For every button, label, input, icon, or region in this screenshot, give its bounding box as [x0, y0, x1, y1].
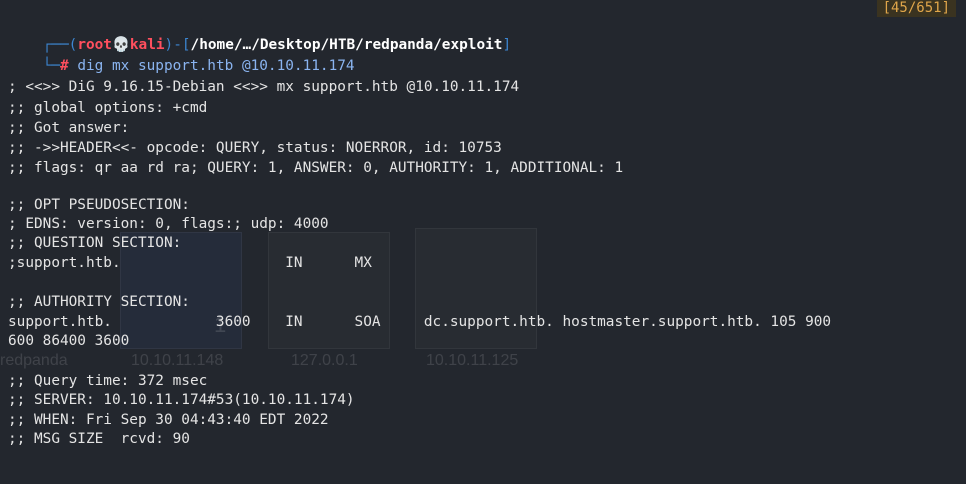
ghost-label-1: redpanda — [0, 352, 68, 369]
output-line: ; EDNS: version: 0, flags:; udp: 4000 — [8, 216, 329, 232]
output-line: ;support.htb. IN MX — [8, 255, 372, 271]
output-line: ; <<>> DiG 9.16.15-Debian <<>> mx suppor… — [8, 79, 520, 95]
output-line: ;; AUTHORITY SECTION: — [8, 294, 190, 310]
ghost-label-2: 10.10.11.148 — [131, 352, 224, 369]
output-line: ;; flags: qr aa rd ra; QUERY: 1, ANSWER:… — [8, 160, 624, 176]
prompt-line-top: ┌──(root💀kali)-[/home/…/Desktop/HTB/redp… — [8, 14, 511, 53]
prompt-box-end: ] — [502, 37, 512, 53]
output-line: ;; Got answer: — [8, 120, 130, 136]
output-line: support.htb. 3600 IN SOA dc.support.htb.… — [8, 314, 832, 330]
ghost-label-4: 10.10.11.125 — [426, 352, 519, 369]
output-line: ;; global options: +cmd — [8, 100, 208, 116]
prompt-box-bottom: └─ — [42, 58, 60, 74]
prompt-line-command: └─# dig mx support.htb @10.10.11.174 — [8, 35, 355, 74]
terminal-window[interactable]: redpanda 10.10.11.148 127.0.0.1 10.10.11… — [0, 0, 966, 484]
output-line: ;; MSG SIZE rcvd: 90 — [8, 431, 190, 447]
output-line: ;; Query time: 372 msec — [8, 373, 208, 389]
command-text: dig mx support.htb @10.10.11.174 — [77, 58, 355, 74]
prompt-hash: # — [59, 58, 69, 74]
output-line: ;; QUESTION SECTION: — [8, 235, 182, 251]
scrollback-counter: [45/651] — [876, 0, 956, 17]
output-line: 600 86400 3600 — [8, 333, 130, 349]
output-line: ;; ->>HEADER<<- opcode: QUERY, status: N… — [8, 140, 502, 156]
output-line: ;; OPT PSEUDOSECTION: — [8, 197, 190, 213]
ghost-label-3: 127.0.0.1 — [291, 352, 358, 369]
output-line: ;; WHEN: Fri Sep 30 04:43:40 EDT 2022 — [8, 412, 329, 428]
output-line: ;; SERVER: 10.10.11.174#53(10.10.11.174) — [8, 392, 355, 408]
